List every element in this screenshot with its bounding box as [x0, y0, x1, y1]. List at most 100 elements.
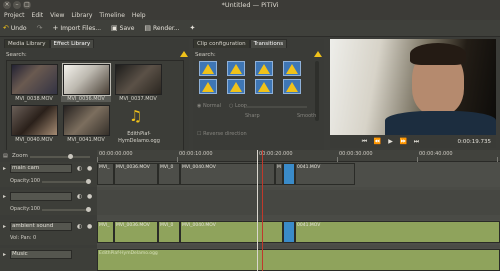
- redo-button[interactable]: ↷: [37, 24, 43, 32]
- fullscreen-icon: ✦: [189, 24, 196, 32]
- clip-thumbnail[interactable]: [63, 105, 110, 136]
- render-icon: ▤: [144, 24, 152, 32]
- timecode: 0:00:19.735: [457, 138, 491, 145]
- transition-icon[interactable]: [255, 79, 273, 94]
- audio-transition-clip[interactable]: [283, 221, 295, 243]
- opacity-slider[interactable]: [42, 179, 91, 184]
- reverse-label: Reverse direction: [203, 131, 247, 137]
- menu-project[interactable]: Project: [4, 12, 25, 19]
- import-label: Import Files...: [60, 24, 102, 32]
- timeline-ruler[interactable]: 00:00:00.000 00:00:10.000 00:00:20.000 0…: [97, 150, 500, 162]
- tab-effect-library[interactable]: Effect Library: [49, 39, 95, 48]
- menu-bar: Project Edit View Library Timeline Help: [0, 10, 500, 20]
- clip-grid: MVI_0038.MOV MVI_0036.MOV MVI_0037.MOV M…: [6, 60, 184, 153]
- solo-icon[interactable]: ◐: [77, 193, 82, 200]
- audio-clip[interactable]: MVI_: [97, 221, 114, 243]
- normal-radio[interactable]: ◉ Normal: [197, 103, 221, 109]
- track-header-music: ▸ Music: [0, 248, 97, 271]
- clip-panel-tabs: Clip configuration Transitions: [193, 39, 324, 48]
- reverse-checkbox[interactable]: ☐ Reverse direction: [197, 131, 247, 137]
- transition-clip[interactable]: [283, 163, 295, 185]
- transition-icon[interactable]: [227, 61, 245, 76]
- clip-thumbnail[interactable]: [115, 64, 162, 95]
- media-library-panel: Media Library Effect Library Search: MVI…: [4, 39, 189, 153]
- transitions-scrollbar[interactable]: [315, 61, 319, 121]
- window-title: *Untitled — PiTiVi: [221, 1, 279, 9]
- goto-end-button[interactable]: ⏭: [410, 138, 423, 146]
- zoom-out-icon[interactable]: ▤: [3, 153, 8, 159]
- plus-icon: +: [52, 24, 59, 32]
- menu-library[interactable]: Library: [71, 12, 92, 19]
- audible-icon[interactable]: ●: [87, 223, 92, 230]
- ruler-label: 00:00:40.000: [419, 151, 453, 157]
- transition-shape-icon: [202, 82, 214, 92]
- clip-thumbnail[interactable]: [11, 105, 58, 136]
- visible-icon[interactable]: ●: [87, 193, 92, 200]
- tab-media-library[interactable]: Media Library: [4, 39, 50, 48]
- opacity-slider[interactable]: [42, 207, 91, 212]
- video-clip[interactable]: MVI_: [97, 163, 114, 185]
- menu-help[interactable]: Help: [132, 12, 146, 19]
- softness-slider[interactable]: [245, 106, 307, 108]
- zoom-slider-knob[interactable]: [68, 154, 73, 159]
- transition-icon[interactable]: [227, 79, 245, 94]
- video-clip[interactable]: 0041.MOV: [295, 163, 355, 185]
- video-clip[interactable]: MVI_0036.MOV: [114, 163, 158, 185]
- track-header-video-2: ▸ ◐ ● Opacity:100: [0, 190, 97, 215]
- rewind-button[interactable]: ⏪: [371, 138, 384, 145]
- opacity-label: Opacity:100: [10, 178, 41, 184]
- goto-start-button[interactable]: ⏮: [358, 138, 371, 146]
- transition-icon[interactable]: [283, 79, 301, 94]
- clip-label: MVI_0037.MOV: [119, 96, 157, 102]
- undo-button[interactable]: ↶ Undo: [3, 24, 27, 32]
- audio-clip[interactable]: MVI_0040.MOV: [180, 221, 283, 243]
- import-files-button[interactable]: + Import Files...: [52, 24, 101, 32]
- visible-icon[interactable]: ●: [87, 165, 92, 172]
- solo-icon[interactable]: ◐: [77, 223, 82, 230]
- menu-view[interactable]: View: [50, 12, 64, 19]
- play-button[interactable]: ▶: [384, 138, 397, 145]
- audio-clip[interactable]: MVI_0036.MOV: [114, 221, 158, 243]
- clip-thumbnail-selected[interactable]: [62, 63, 111, 96]
- transition-shape-icon: [258, 82, 270, 92]
- audio-clip[interactable]: 0041.MOV: [295, 221, 500, 243]
- warning-icon: [314, 51, 322, 57]
- video-clip[interactable]: M: [275, 163, 283, 185]
- video-clip[interactable]: MVI_0: [158, 163, 180, 185]
- forward-button[interactable]: ⏩: [397, 138, 410, 145]
- collapse-icon[interactable]: ▸: [3, 223, 6, 230]
- transition-icon[interactable]: [255, 61, 273, 76]
- clip-label: MVI_0038.MOV: [15, 96, 53, 102]
- menu-edit[interactable]: Edit: [32, 12, 44, 19]
- music-clip[interactable]: EdithPiaf-HymDelamo.ogg: [97, 249, 500, 271]
- viewer-controls: ⏮ ⏪ ▶ ⏩ ⏭ 0:00:19.735: [330, 135, 496, 148]
- music-file-icon[interactable]: ♫: [129, 107, 142, 125]
- fullscreen-button[interactable]: ✦: [190, 24, 196, 32]
- opacity-slider-knob[interactable]: [86, 207, 91, 212]
- tab-clip-configuration[interactable]: Clip configuration: [193, 39, 250, 48]
- redo-icon: ↷: [36, 24, 43, 32]
- render-button[interactable]: ▤ Render...: [144, 24, 179, 32]
- solo-icon[interactable]: ◐: [77, 165, 82, 172]
- menu-timeline[interactable]: Timeline: [99, 12, 125, 19]
- normal-label: Normal: [202, 103, 222, 109]
- track-name-field[interactable]: [10, 192, 72, 201]
- collapse-icon[interactable]: ▸: [3, 251, 6, 258]
- audio-clip[interactable]: MVI_0: [158, 221, 180, 243]
- collapse-icon[interactable]: ▸: [3, 193, 6, 200]
- playhead[interactable]: [257, 150, 258, 271]
- timeline-tracks[interactable]: MVI_ MVI_0036.MOV MVI_0 MVI_0040.MOV M 0…: [97, 150, 500, 271]
- collapse-icon[interactable]: ▸: [3, 165, 6, 172]
- transition-icon[interactable]: [283, 61, 301, 76]
- transition-icon[interactable]: [199, 79, 217, 94]
- save-button[interactable]: ▣ Save: [111, 24, 134, 32]
- transition-icon[interactable]: [199, 61, 217, 76]
- ruler-label: 00:00:20.000: [259, 151, 293, 157]
- clip-thumbnail[interactable]: [11, 64, 58, 95]
- tab-transitions[interactable]: Transitions: [249, 39, 288, 48]
- smooth-label: Smooth: [297, 113, 317, 119]
- video-clip[interactable]: MVI_0040.MOV: [180, 163, 275, 185]
- transition-shape-icon: [230, 82, 242, 92]
- zoom-slider[interactable]: [30, 154, 90, 159]
- opacity-slider-knob[interactable]: [86, 179, 91, 184]
